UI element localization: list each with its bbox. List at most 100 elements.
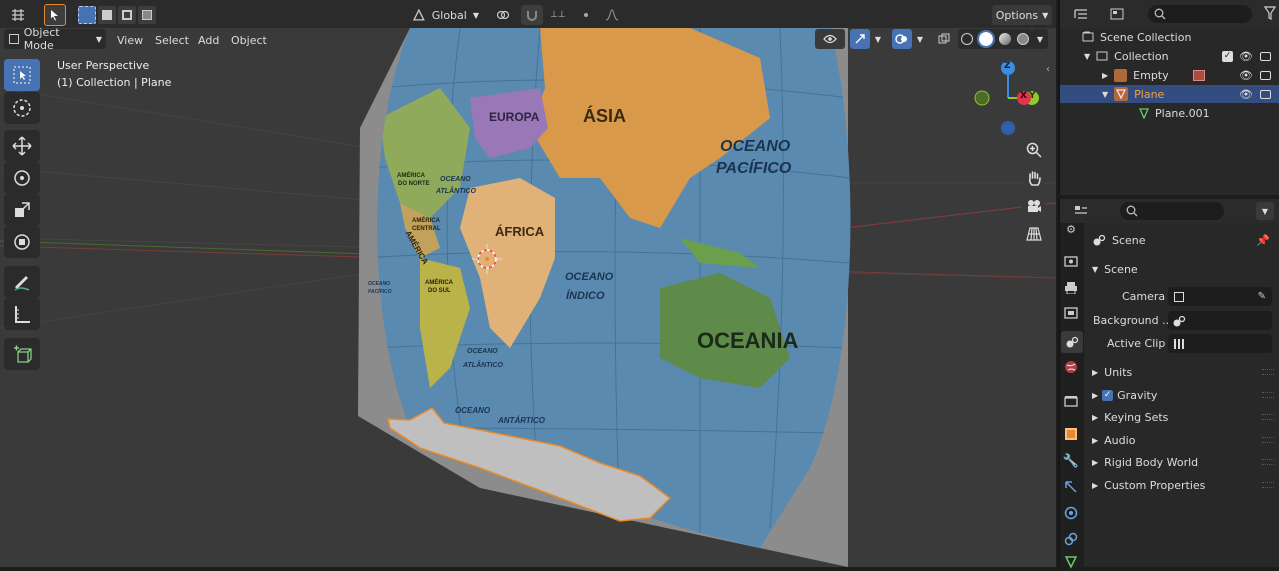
tool-add-cube[interactable] [4, 338, 40, 370]
tab-object[interactable] [1062, 425, 1080, 443]
camera-render-icon[interactable] [1260, 70, 1271, 80]
expand-arrow-icon[interactable]: ▼ [1084, 52, 1090, 61]
drag-handle-icon[interactable] [1262, 392, 1274, 398]
tab-output[interactable] [1062, 279, 1080, 297]
eye-icon[interactable]: 👁 [1239, 50, 1253, 63]
custom-properties-section[interactable]: ▶ Custom Properties [1092, 476, 1278, 494]
select-new-button[interactable] [78, 6, 96, 24]
drag-handle-icon[interactable] [1262, 414, 1274, 420]
hand-icon [1028, 171, 1041, 186]
outliner-row-empty[interactable]: ▶ Empty 👁 [1060, 66, 1279, 84]
tool-annotate[interactable] [4, 266, 40, 298]
background-field[interactable] [1168, 311, 1272, 330]
proportional-falloff-dropdown[interactable] [599, 5, 625, 25]
outliner-search-input[interactable] [1148, 5, 1252, 23]
gravity-checkbox[interactable]: ✓ [1102, 389, 1114, 401]
eye-icon[interactable]: 👁 [1239, 88, 1253, 101]
select-tool-button[interactable] [44, 4, 66, 26]
tool-measure[interactable] [4, 298, 40, 330]
tab-collection[interactable] [1062, 392, 1080, 410]
drag-handle-icon[interactable] [1262, 369, 1274, 375]
drag-handle-icon[interactable] [1262, 482, 1274, 488]
tab-data[interactable] [1062, 553, 1080, 571]
rendered-shading-icon[interactable] [1017, 33, 1029, 45]
navigation-gizmo[interactable]: Z X Y [972, 58, 1048, 138]
select-invert-button[interactable] [138, 6, 156, 24]
zoom-button[interactable] [1022, 138, 1046, 162]
menu-view[interactable]: View [112, 31, 148, 49]
options-dropdown[interactable]: Options ▼ [992, 5, 1052, 25]
rigid-body-world-section[interactable]: ▶ Rigid Body World [1092, 453, 1278, 471]
tab-world[interactable] [1062, 358, 1080, 376]
select-subtract-button[interactable] [118, 6, 136, 24]
active-clip-field[interactable] [1168, 334, 1272, 353]
menu-select[interactable]: Select [150, 31, 194, 49]
material-shading-icon[interactable] [999, 33, 1011, 45]
xray-toggle[interactable] [934, 29, 954, 49]
menu-object[interactable]: Object [226, 31, 272, 49]
proportional-edit-toggle[interactable] [575, 5, 597, 25]
solid-shading-icon[interactable] [977, 30, 995, 48]
display-mode-dropdown[interactable] [1100, 4, 1134, 24]
perspective-toggle-button[interactable] [1022, 222, 1046, 246]
tool-select-box[interactable] [4, 59, 40, 91]
snap-toggle[interactable] [521, 5, 543, 25]
tab-constraints[interactable] [1062, 530, 1080, 548]
keying-sets-section[interactable]: ▶ Keying Sets [1092, 408, 1278, 426]
tab-view-layer[interactable] [1062, 304, 1080, 322]
expand-arrow-icon[interactable]: ▼ [1102, 90, 1108, 99]
pin-icon[interactable]: 📌 [1256, 234, 1270, 247]
sidebar-toggle-icon[interactable]: ‹ [1046, 64, 1050, 75]
viewport-3d[interactable]: EUROPA ÁSIA OCEANO PACÍFICO ÁFRICA OCEAN… [0, 28, 1056, 567]
checkbox-checked-icon[interactable]: ✓ [1222, 50, 1233, 62]
visibility-dropdown[interactable] [815, 29, 845, 49]
wireframe-shading-icon[interactable] [961, 33, 973, 45]
orientation-dropdown[interactable]: Global ▼ [408, 5, 483, 25]
tab-tool[interactable]: ⚙ [1062, 220, 1080, 238]
expand-right-icon[interactable]: ▶ [1102, 71, 1108, 80]
shading-dropdown[interactable]: ▼ [1032, 29, 1048, 49]
drag-handle-icon[interactable] [1262, 437, 1274, 443]
tool-scale[interactable] [4, 194, 40, 226]
object-mode-dropdown[interactable]: Object Mode ▼ [4, 26, 106, 52]
tool-rotate[interactable] [4, 162, 40, 194]
gizmo-dropdown[interactable]: ▼ [870, 29, 886, 49]
drag-handle-icon[interactable] [1262, 459, 1274, 465]
gravity-section[interactable]: ▶ ✓ Gravity [1092, 386, 1278, 404]
outliner-row-scene-collection[interactable]: Scene Collection [1060, 28, 1279, 46]
snap-target-dropdown[interactable]: ⊥⊥ [545, 5, 571, 25]
eye-icon[interactable]: 👁 [1239, 69, 1253, 82]
camera-render-icon[interactable] [1260, 89, 1271, 99]
tool-cursor[interactable] [4, 92, 40, 124]
filter-icon[interactable] [1263, 6, 1277, 23]
tab-modifiers[interactable]: 🔧 [1062, 452, 1080, 470]
tool-transform[interactable] [4, 226, 40, 258]
outliner-row-collection[interactable]: ▼ Collection ✓ 👁 [1060, 47, 1279, 65]
properties-search-input[interactable] [1120, 202, 1224, 220]
eyedropper-icon[interactable]: ✎ [1258, 291, 1266, 302]
editor-type-button[interactable] [4, 5, 32, 25]
select-extend-button[interactable] [98, 6, 116, 24]
properties-editor-type[interactable] [1066, 201, 1096, 221]
overlays-toggle[interactable] [892, 29, 912, 49]
tool-move[interactable] [4, 130, 40, 162]
outliner-row-plane-mesh[interactable]: Plane.001 [1060, 104, 1279, 122]
tab-physics[interactable] [1062, 504, 1080, 522]
menu-add[interactable]: Add [193, 31, 224, 49]
gizmo-toggle[interactable] [850, 29, 870, 49]
tab-render[interactable] [1062, 252, 1080, 270]
audio-section[interactable]: ▶ Audio [1092, 431, 1278, 449]
pan-button[interactable] [1022, 166, 1046, 190]
camera-view-button[interactable] [1022, 194, 1046, 218]
outliner-row-plane[interactable]: ▼ Plane 👁 [1060, 85, 1279, 103]
outliner-editor-type[interactable] [1066, 4, 1096, 24]
tab-scene[interactable] [1061, 331, 1083, 353]
overlays-dropdown[interactable]: ▼ [912, 29, 928, 49]
properties-options-dropdown[interactable]: ▼ [1256, 202, 1274, 220]
camera-field[interactable]: ✎ [1168, 287, 1272, 306]
scene-panel-header[interactable]: ▼ Scene [1092, 260, 1138, 278]
pivot-point-dropdown[interactable] [489, 5, 517, 25]
tab-particles[interactable] [1062, 478, 1080, 496]
units-section[interactable]: ▶ Units [1092, 363, 1278, 381]
camera-render-icon[interactable] [1260, 51, 1271, 61]
